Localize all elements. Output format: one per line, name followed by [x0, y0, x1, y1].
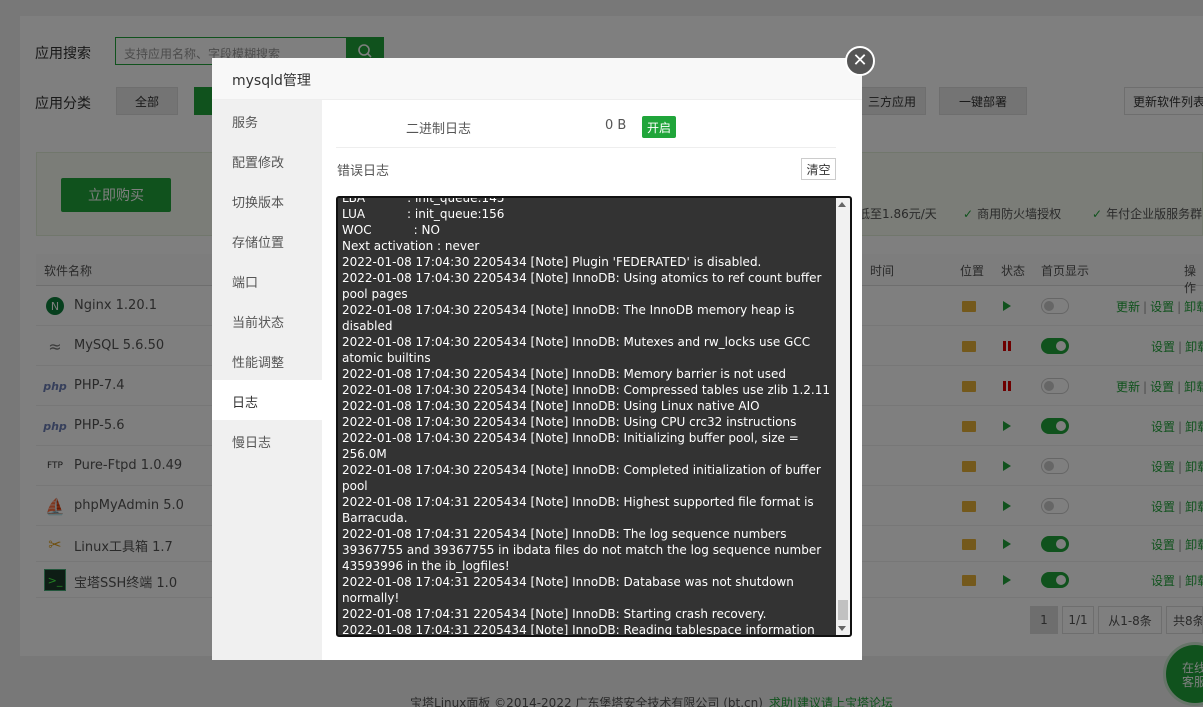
modal-nav-item[interactable]: 端口 — [212, 260, 322, 300]
log-line: WOC : NO — [342, 223, 440, 237]
modal-nav-item[interactable]: 日志 — [212, 380, 322, 420]
modal-nav-item[interactable]: 慢日志 — [212, 420, 322, 460]
log-line: 2022-01-08 17:04:31 2205434 [Note] InnoD… — [342, 527, 825, 573]
scroll-down-icon[interactable] — [838, 626, 846, 631]
log-line: 2022-01-08 17:04:31 2205434 [Note] InnoD… — [342, 495, 818, 525]
log-line: 2022-01-08 17:04:30 2205434 [Note] InnoD… — [342, 415, 797, 429]
binlog-label: 二进制日志 — [406, 122, 472, 137]
scroll-up-icon[interactable] — [838, 202, 846, 207]
log-line: 2022-01-08 17:04:30 2205434 [Note] InnoD… — [342, 335, 814, 365]
mysqld-modal: mysqld管理 服务 配置修改 切换版本 存储位置 端口 当前状态 性能调整 日志 慢日志 二… — [212, 58, 862, 660]
scroll-thumb[interactable] — [838, 600, 848, 620]
close-icon[interactable]: ✕ — [845, 46, 875, 76]
log-line: 2022-01-08 17:04:31 2205434 [Note] InnoD… — [342, 575, 798, 605]
binlog-row: 二进制日志 0 B 开启 — [336, 100, 836, 148]
log-line: Next activation : never — [342, 239, 480, 253]
log-line: LUA : init_queue:156 — [342, 207, 505, 221]
modal-sidebar: 服务 配置修改 切换版本 存储位置 端口 当前状态 性能调整 日志 慢日志 — [212, 100, 322, 660]
modal-nav-item[interactable]: 当前状态 — [212, 300, 322, 340]
log-line: 2022-01-08 17:04:31 2205434 [Note] InnoD… — [342, 607, 767, 621]
log-line: 2022-01-08 17:04:30 2205434 [Note] InnoD… — [342, 399, 760, 413]
log-line: 2022-01-08 17:04:30 2205434 [Note] Plugi… — [342, 255, 762, 269]
modal-title: mysqld管理 — [212, 58, 862, 100]
binlog-enable-button[interactable]: 开启 — [642, 116, 677, 138]
modal-nav-item[interactable]: 存储位置 — [212, 220, 322, 260]
log-line: 2022-01-08 17:04:30 2205434 [Note] InnoD… — [342, 463, 825, 493]
error-log-textarea[interactable]: LBA : init_queue:145 LUA : init_queue:156… — [336, 196, 852, 637]
modal-nav-item[interactable]: 服务 — [212, 100, 322, 140]
log-line: 2022-01-08 17:04:30 2205434 [Note] InnoD… — [342, 383, 831, 397]
errlog-label: 错误日志 — [337, 164, 390, 179]
log-line: 2022-01-08 17:04:30 2205434 [Note] InnoD… — [342, 303, 799, 333]
log-line: 2022-01-08 17:04:30 2205434 [Note] InnoD… — [342, 271, 826, 301]
log-content: LBA : init_queue:145 LUA : init_queue:156… — [342, 196, 832, 637]
log-line: LBA : init_queue:145 — [342, 196, 505, 205]
modal-body: 二进制日志 0 B 开启 错误日志 清空 LBA : init_queue:14… — [322, 100, 862, 660]
log-line: 2022-01-08 17:04:31 2205434 [Note] InnoD… — [342, 623, 815, 637]
clear-log-button[interactable]: 清空 — [801, 158, 836, 180]
log-line: 2022-01-08 17:04:30 2205434 [Note] InnoD… — [342, 367, 786, 381]
modal-nav-item[interactable]: 配置修改 — [212, 140, 322, 180]
modal-nav-item[interactable]: 性能调整 — [212, 340, 322, 380]
binlog-size: 0 B — [605, 118, 627, 133]
modal-nav-item[interactable]: 切换版本 — [212, 180, 322, 220]
log-scrollbar[interactable] — [836, 198, 850, 635]
log-line: 2022-01-08 17:04:30 2205434 [Note] InnoD… — [342, 431, 803, 461]
